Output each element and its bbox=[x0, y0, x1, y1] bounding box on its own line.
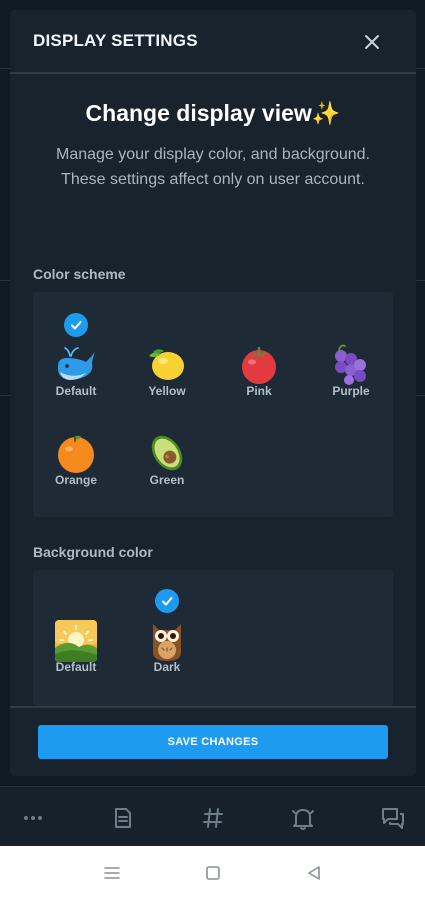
modal-header: DISPLAY SETTINGS bbox=[10, 10, 416, 74]
selected-check-icon bbox=[155, 589, 179, 613]
color-option-label: Orange bbox=[54, 473, 97, 487]
nav-documents[interactable] bbox=[108, 803, 138, 833]
modal-body: Change display view✨ Manage your display… bbox=[10, 74, 416, 706]
color-option-pink[interactable]: Pink bbox=[218, 312, 298, 398]
color-option-label: Pink bbox=[246, 384, 272, 398]
orange-icon bbox=[58, 435, 94, 473]
system-home-button[interactable] bbox=[202, 862, 224, 884]
whale-icon bbox=[57, 347, 95, 380]
color-option-default[interactable]: Default bbox=[35, 312, 115, 398]
color-option-label: Green bbox=[149, 473, 185, 487]
grapes-icon bbox=[335, 344, 366, 385]
system-back-button[interactable] bbox=[303, 862, 325, 884]
avocado-icon bbox=[151, 435, 183, 471]
modal-heading: Change display view✨ bbox=[85, 100, 341, 126]
bottom-navigation-bar bbox=[0, 786, 425, 847]
more-dots-icon bbox=[24, 816, 42, 820]
background-option-dark[interactable]: Dark bbox=[126, 588, 206, 674]
modal-footer-divider bbox=[10, 706, 416, 708]
background-option-label: Dark bbox=[153, 660, 181, 674]
owl-icon bbox=[153, 624, 181, 661]
background-color-label: Background color bbox=[33, 544, 153, 560]
system-navigation-bar bbox=[0, 846, 425, 900]
selected-check-icon bbox=[64, 313, 88, 337]
background-color-panel: Default Dark bbox=[33, 570, 393, 706]
nav-messages[interactable] bbox=[378, 803, 408, 833]
modal-description: Manage your display color, and backgroun… bbox=[56, 146, 370, 188]
close-icon bbox=[365, 35, 379, 49]
color-option-green[interactable]: Green bbox=[126, 401, 206, 487]
color-option-label: Default bbox=[55, 384, 97, 398]
color-scheme-label: Color scheme bbox=[33, 266, 126, 282]
color-scheme-panel: Default Yellow Pink Purple Orange Green bbox=[33, 292, 393, 517]
nav-notifications[interactable] bbox=[288, 803, 318, 833]
sunrise-landscape-icon bbox=[55, 620, 97, 662]
nav-more[interactable] bbox=[18, 803, 48, 833]
display-settings-modal: DISPLAY SETTINGS Change display view✨ Ma… bbox=[10, 10, 416, 776]
system-menu-button[interactable] bbox=[101, 862, 123, 884]
back-triangle-icon bbox=[308, 866, 320, 880]
color-option-yellow[interactable]: Yellow bbox=[126, 312, 206, 398]
color-option-purple[interactable]: Purple bbox=[310, 312, 390, 398]
menu-icon bbox=[104, 867, 120, 879]
document-icon bbox=[115, 808, 131, 828]
bell-icon bbox=[292, 809, 314, 830]
color-option-label: Yellow bbox=[148, 384, 186, 398]
background-option-default[interactable]: Default bbox=[35, 588, 115, 674]
close-button[interactable] bbox=[358, 28, 386, 56]
modal-title: DISPLAY SETTINGS bbox=[33, 31, 198, 50]
color-option-label: Purple bbox=[332, 384, 370, 398]
nav-channels[interactable] bbox=[198, 803, 228, 833]
save-changes-button[interactable]: SAVE CHANGES bbox=[38, 725, 388, 759]
home-square-icon bbox=[206, 866, 220, 880]
lemon-icon bbox=[149, 349, 184, 380]
hashtag-icon bbox=[203, 808, 223, 828]
messages-icon bbox=[382, 808, 404, 829]
tomato-icon bbox=[242, 346, 276, 384]
color-option-orange[interactable]: Orange bbox=[35, 401, 115, 487]
background-option-label: Default bbox=[55, 660, 97, 674]
